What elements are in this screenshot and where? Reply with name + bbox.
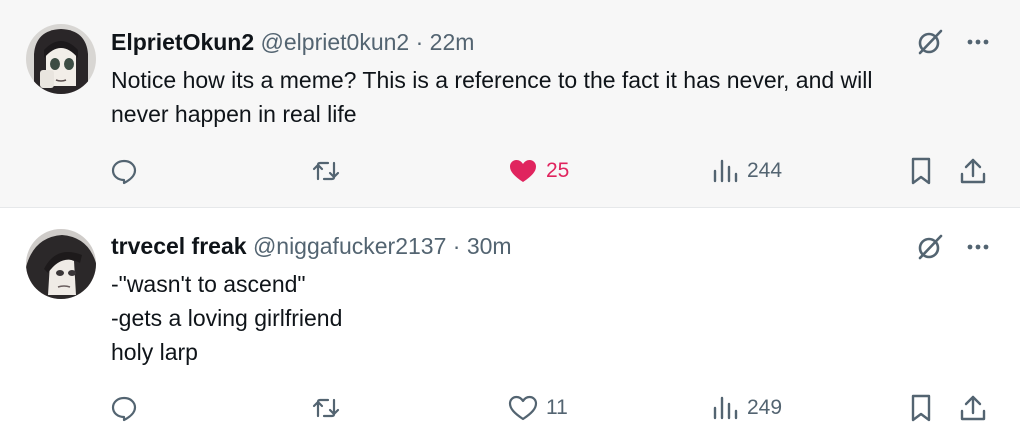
avatar[interactable]: [26, 24, 96, 94]
tweet-top-actions: [916, 28, 990, 56]
share-icon: [959, 393, 987, 423]
tweet-header: ElprietOkun2 @elpriet0kun2 · 22m: [111, 28, 474, 56]
tweet-text-line: -"wasn't to ascend": [111, 271, 306, 297]
like-button[interactable]: 25: [508, 153, 569, 189]
tweet-text-line: Notice how its a meme? This is a referen…: [111, 67, 873, 93]
reply-feed: ElprietOkun2 @elpriet0kun2 · 22m Notice …: [0, 0, 1020, 446]
user-handle[interactable]: @niggafucker2137: [253, 233, 446, 259]
user-handle[interactable]: @elpriet0kun2: [261, 29, 410, 55]
views-icon: [711, 157, 739, 185]
bookmark-icon: [908, 156, 934, 186]
tweet-header: trvecel freak @niggafucker2137 · 30m: [111, 232, 512, 260]
grok-icon[interactable]: [916, 28, 944, 56]
retweet-button[interactable]: [311, 390, 341, 426]
bookmark-icon: [908, 393, 934, 423]
heart-outline-icon: [508, 394, 538, 422]
views-button[interactable]: 244: [711, 153, 782, 189]
reply-icon: [110, 394, 138, 422]
bookmark-button[interactable]: [908, 390, 934, 426]
retweet-button[interactable]: [311, 153, 341, 189]
like-count: 11: [546, 396, 568, 419]
tweet-text: -"wasn't to ascend" -gets a loving girlf…: [111, 267, 991, 369]
share-button[interactable]: [959, 390, 987, 426]
tweet[interactable]: ElprietOkun2 @elpriet0kun2 · 22m Notice …: [0, 0, 1020, 208]
timestamp[interactable]: 30m: [467, 233, 512, 259]
tweet-text-line: never happen in real life: [111, 101, 357, 127]
views-icon: [711, 394, 739, 422]
heart-filled-icon: [508, 157, 538, 185]
timestamp[interactable]: 22m: [430, 29, 475, 55]
like-button[interactable]: 11: [508, 390, 568, 426]
share-button[interactable]: [959, 153, 987, 189]
display-name[interactable]: ElprietOkun2: [111, 29, 254, 55]
share-icon: [959, 156, 987, 186]
views-button[interactable]: 249: [711, 390, 782, 426]
grok-icon[interactable]: [916, 233, 944, 261]
tweet-text-line: -gets a loving girlfriend: [111, 305, 343, 331]
reply-button[interactable]: [110, 153, 138, 189]
separator-dot: ·: [415, 29, 424, 55]
like-count: 25: [546, 159, 570, 182]
display-name[interactable]: trvecel freak: [111, 233, 247, 259]
view-count: 249: [747, 396, 783, 419]
more-icon[interactable]: [966, 38, 990, 46]
tweet[interactable]: trvecel freak @niggafucker2137 · 30m -"w…: [0, 209, 1020, 446]
avatar[interactable]: [26, 229, 96, 299]
tweet-text-line: holy larp: [111, 339, 198, 365]
tweet-text: Notice how its a meme? This is a referen…: [111, 63, 991, 131]
tweet-top-actions: [916, 233, 990, 261]
bookmark-button[interactable]: [908, 153, 934, 189]
retweet-icon: [311, 394, 341, 422]
action-bar: 11 249: [0, 390, 1020, 426]
more-icon[interactable]: [966, 243, 990, 251]
action-bar: 25 244: [0, 153, 1020, 189]
reply-button[interactable]: [110, 390, 138, 426]
retweet-icon: [311, 157, 341, 185]
view-count: 244: [747, 159, 783, 182]
reply-icon: [110, 157, 138, 185]
separator-dot: ·: [452, 233, 461, 259]
